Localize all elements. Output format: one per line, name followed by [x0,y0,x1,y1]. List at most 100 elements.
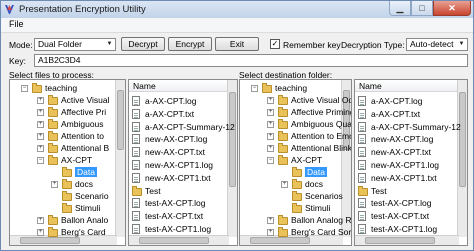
column-header-name[interactable]: Name [129,80,229,92]
expand-icon[interactable]: + [37,97,44,104]
tree-item[interactable]: Attention to Emo [278,130,351,142]
file-list-item[interactable]: new-AX-CPT.log [358,133,433,145]
key-input[interactable]: A1B2C3D4 [34,54,468,67]
expand-icon[interactable]: + [37,121,44,128]
tree-item[interactable]: Attentional B [48,142,109,154]
tree-item[interactable]: Data [292,166,327,178]
expand-icon[interactable]: + [267,217,274,224]
file-list-item[interactable]: new-AX-CPT1.log [358,159,439,171]
minimize-button[interactable]: ▁ [389,1,411,16]
tree-item[interactable]: Ballon Analo [48,214,108,226]
expand-icon[interactable]: + [267,133,274,140]
file-list-item[interactable]: test-AX-CPT.txt [358,210,429,222]
tree-item[interactable]: Stimuli [62,202,101,214]
scroll-thumb[interactable] [20,237,80,244]
app-logo-icon [5,5,14,14]
expand-icon[interactable]: + [37,109,44,116]
expand-icon[interactable]: + [37,145,44,152]
column-header-name[interactable]: Name [355,80,459,92]
file-list-item[interactable]: new-AX-CPT.log [132,133,207,145]
expand-icon[interactable]: + [37,133,44,140]
source-files-vscroll[interactable] [227,80,237,237]
tree-item[interactable]: Active Visual Odd [278,94,351,106]
tree-item[interactable]: docs [292,178,323,190]
file-list-item[interactable]: a-AX-CPT.log [132,95,197,107]
file-list-item[interactable]: new-AX-CPT1.txt [132,172,211,184]
exit-button[interactable]: Exit [215,37,259,51]
tree-item[interactable]: Scenarios [292,190,343,202]
file-list-item[interactable]: a-AX-CPT-Summary-12 [132,121,235,133]
tree-item[interactable]: teaching [32,82,77,94]
source-tree-vscroll[interactable] [115,80,125,237]
destination-folder-tree[interactable]: − teaching + Active Visual Odd + Affective Pr… [239,79,352,246]
collapse-icon[interactable]: − [267,157,274,164]
scroll-thumb[interactable] [365,237,435,244]
tree-item[interactable]: Attention to [48,130,104,142]
source-file-list[interactable]: Name a-AX-CPT.log a-AX-CPT.txt a-AX-CPT-Su… [128,79,238,246]
mode-select[interactable]: Dual Folder ▼ [34,38,116,51]
file-list-item[interactable]: new-AX-CPT1.txt [358,172,437,184]
collapse-icon[interactable]: − [21,85,28,92]
file-list-item[interactable]: new-AX-CPT.txt [358,146,431,158]
expand-icon[interactable]: + [37,229,44,236]
expand-icon[interactable]: + [267,229,274,236]
destination-files-vscroll[interactable] [457,80,467,237]
file-list-item[interactable]: test-AX-CPT1.log [358,223,437,235]
source-folder-tree[interactable]: − teaching + Active Visual + Affective Pri + Am… [9,79,126,246]
scroll-thumb[interactable] [139,237,209,244]
tree-item[interactable]: Data [62,166,97,178]
tree-item[interactable]: Ambiguous Quar [278,118,351,130]
file-list-item[interactable]: Test [132,185,161,197]
scroll-thumb[interactable] [229,92,236,187]
file-list-item[interactable]: a-AX-CPT.log [358,95,423,107]
scroll-thumb[interactable] [459,92,466,187]
file-list-item[interactable]: test-AX-CPT.log [358,197,431,209]
expand-icon[interactable]: + [281,181,288,188]
expand-icon[interactable]: + [37,217,44,224]
tree-item[interactable]: Affective Pri [48,106,106,118]
folder-icon [48,95,58,105]
tree-item[interactable]: Stimuli [292,202,331,214]
decrypt-button[interactable]: Decrypt [121,37,165,51]
source-files-hscroll[interactable] [129,235,229,245]
scroll-thumb[interactable] [117,90,124,150]
tree-item[interactable]: Berg's Card Sorting [278,226,351,238]
scroll-thumb[interactable] [250,237,310,244]
expand-icon[interactable]: + [267,121,274,128]
collapse-icon[interactable]: − [251,85,258,92]
expand-icon[interactable]: + [51,181,58,188]
tree-item[interactable]: Berg's Card [48,226,106,238]
tree-item[interactable]: Attentional Blink [278,142,351,154]
tree-item[interactable]: Affective Priming [278,106,351,118]
file-list-item[interactable]: a-AX-CPT-Summary-12 [358,121,461,133]
tree-item[interactable]: Scenario [62,190,109,202]
title-bar[interactable]: Presentation Encryption Utility ▁ □ ✕ [1,1,473,19]
tree-item[interactable]: AX-CPT [48,154,92,166]
expand-icon[interactable]: + [267,145,274,152]
tree-item[interactable]: Ballon Analog Ris [278,214,351,226]
menu-file[interactable]: File [9,19,24,29]
file-list-item[interactable]: new-AX-CPT.txt [132,146,205,158]
file-list-item[interactable]: test-AX-CPT.log [132,197,205,209]
maximize-button[interactable]: □ [411,1,433,16]
tree-item[interactable]: docs [62,178,93,190]
tree-item[interactable]: AX-CPT [278,154,322,166]
tree-item[interactable]: teaching [262,82,307,94]
destination-file-list[interactable]: Name a-AX-CPT.log a-AX-CPT.txt a-AX-CPT-Su… [354,79,468,246]
close-button[interactable]: ✕ [433,1,471,16]
tree-item[interactable]: Active Visual [48,94,110,106]
destination-files-hscroll[interactable] [355,235,459,245]
file-list-item[interactable]: new-AX-CPT1.log [132,159,213,171]
remember-key-checkbox[interactable]: ✓ [270,39,280,49]
file-list-item[interactable]: test-AX-CPT.txt [132,210,203,222]
file-list-item[interactable]: test-AX-CPT1.log [132,223,211,235]
expand-icon[interactable]: + [267,97,274,104]
tree-item[interactable]: Ambiguous [48,118,104,130]
encrypt-button[interactable]: Encrypt [168,37,212,51]
file-list-item[interactable]: a-AX-CPT.txt [358,108,420,120]
file-list-item[interactable]: Test [358,185,387,197]
decryption-type-select[interactable]: Auto-detect ▼ [406,38,468,51]
collapse-icon[interactable]: − [37,157,44,164]
file-list-item[interactable]: a-AX-CPT.txt [132,108,194,120]
expand-icon[interactable]: + [267,109,274,116]
